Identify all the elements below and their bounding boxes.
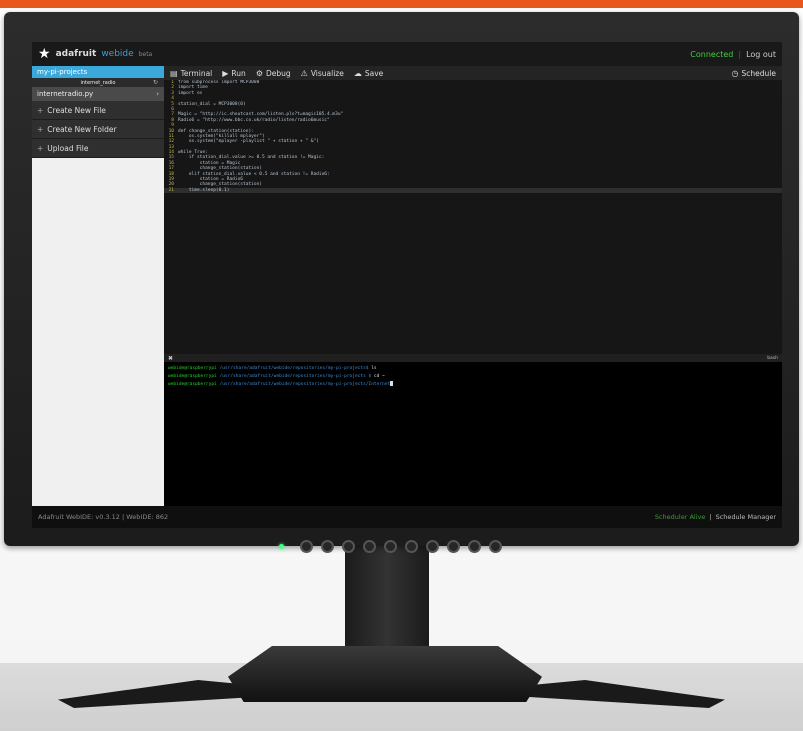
footer-links: Scheduler Alive | Schedule Manager: [655, 513, 776, 521]
monitor-button[interactable]: [426, 539, 439, 553]
debug-button[interactable]: ⚙ Debug: [256, 69, 291, 78]
shell-prompt: webide@raspberrypi: [168, 374, 217, 379]
folder-name[interactable]: internet_radio: [80, 80, 115, 86]
file-entry[interactable]: internetradio.py ›: [32, 87, 164, 101]
logout-link[interactable]: Log out: [746, 50, 776, 59]
gears-icon: ⚙: [255, 68, 263, 78]
monitor-button[interactable]: [384, 539, 397, 553]
connection-status: Connected: [690, 49, 734, 59]
monitor-button[interactable]: [300, 539, 313, 553]
close-icon[interactable]: ✖: [168, 355, 173, 362]
debug-label: Debug: [265, 68, 291, 78]
line-number: 21: [168, 187, 174, 193]
code-text: station_dial = MCP3008(0): [178, 101, 246, 107]
brand-strip: [0, 0, 803, 8]
code-text: time.sleep(0.1): [178, 187, 230, 193]
monitor-button[interactable]: [321, 539, 334, 553]
power-led: [279, 543, 284, 549]
cloud-icon: ☁: [353, 68, 362, 78]
ide-header: ★ adafruit webide beta Connected | Log o…: [32, 42, 782, 66]
monitor-button[interactable]: [405, 539, 418, 553]
monitor-button[interactable]: [447, 539, 460, 553]
project-title[interactable]: my-pi-projects: [32, 66, 164, 78]
shell-prompt: webide@raspberrypi: [168, 382, 217, 387]
plus-icon: +: [37, 105, 44, 115]
shell-path: /usr/share/adafruit/webide/repositories/…: [216, 374, 374, 379]
status-footer: Adafruit WebIDE: v0.3.12 | WebIDE: 862 S…: [32, 506, 782, 528]
beta-badge: beta: [138, 50, 153, 58]
shell-path: /usr/share/adafruit/webide/repositories/…: [216, 366, 372, 371]
save-button[interactable]: ☁ Save: [354, 69, 383, 78]
code-text: Radio6 = "http://www.bbc.co.uk/radio/lis…: [178, 117, 330, 123]
product-name: webide: [101, 49, 134, 59]
run-label: Run: [231, 68, 246, 78]
create-folder-label: Create New Folder: [47, 124, 117, 134]
refresh-icon[interactable]: ↻: [153, 79, 158, 86]
upload-file-label: Upload File: [47, 143, 89, 153]
run-button[interactable]: ▶ Run: [222, 69, 246, 78]
terminal-button[interactable]: ▤ Terminal: [170, 69, 212, 78]
code-editor[interactable]: 1 from subprocess import MCP3008 2 import t…: [164, 80, 782, 354]
visualize-label: Visualize: [310, 68, 344, 78]
schedule-manager-link[interactable]: Schedule Manager: [716, 513, 776, 521]
terminal-bar: ✖ bash: [164, 354, 782, 362]
terminal-output[interactable]: webide@raspberrypi /usr/share/adafruit/w…: [164, 362, 782, 506]
monitor-bezel: ★ adafruit webide beta Connected | Log o…: [4, 12, 799, 553]
footer-divider: |: [709, 513, 712, 521]
text-cursor: [390, 381, 394, 386]
scheduler-status: Scheduler Alive: [654, 513, 706, 521]
create-folder-button[interactable]: + Create New Folder: [32, 120, 164, 139]
monitor-stand: [228, 646, 542, 702]
schedule-button[interactable]: ◷ Schedule: [732, 69, 776, 78]
create-file-label: Create New File: [47, 105, 106, 115]
terminal-line: webide@raspberrypi /usr/share/adafruit/w…: [168, 373, 778, 381]
plus-icon: +: [37, 143, 44, 153]
terminal-shell-label: bash: [767, 355, 778, 361]
code-text: import os: [178, 90, 203, 96]
terminal-icon: ▤: [170, 68, 178, 78]
create-file-button[interactable]: + Create New File: [32, 101, 164, 120]
save-label: Save: [364, 68, 384, 78]
shell-command: cd ~: [373, 374, 385, 379]
monitor-screen: ★ adafruit webide beta Connected | Log o…: [32, 42, 782, 528]
brand-name: adafruit: [55, 49, 97, 59]
terminal-label: Terminal: [180, 68, 213, 78]
header-separator: |: [738, 49, 742, 59]
monitor-button[interactable]: [363, 539, 376, 553]
file-sidebar: my-pi-projects internet_radio ↻ internet…: [32, 66, 164, 506]
schedule-label: Schedule: [741, 68, 776, 78]
editor-toolbar: ▤ Terminal ▶ Run ⚙ Debug ⚠ Visualize ☁ S…: [164, 66, 782, 80]
shell-command: ls: [371, 366, 377, 371]
clock-icon: ◷: [731, 68, 739, 78]
file-name: internetradio.py: [37, 90, 94, 98]
upload-file-button[interactable]: + Upload File: [32, 139, 164, 158]
shell-prompt: webide@raspberrypi: [168, 366, 217, 371]
app-logo[interactable]: ★ adafruit webide beta: [38, 47, 152, 61]
monitor-controls: [279, 538, 502, 554]
monitor-button[interactable]: [489, 539, 502, 553]
warning-icon: ⚠: [300, 68, 308, 78]
code-text: os.system("mplayer -playlist " + station…: [178, 139, 319, 145]
code-line[interactable]: 21 time.sleep(0.1): [164, 187, 782, 194]
monitor-button[interactable]: [468, 539, 481, 553]
star-icon: ★: [38, 46, 51, 62]
plus-icon: +: [37, 124, 44, 134]
version-info: Adafruit WebIDE: v0.3.12 | WebIDE: 862: [38, 513, 169, 521]
chevron-right-icon: ›: [156, 90, 159, 98]
header-status: Connected | Log out: [690, 50, 776, 59]
play-icon: ▶: [222, 68, 229, 78]
folder-header: internet_radio ↻: [32, 78, 164, 87]
terminal-line: webide@raspberrypi /usr/share/adafruit/w…: [168, 381, 778, 389]
visualize-button[interactable]: ⚠ Visualize: [301, 69, 344, 78]
monitor-button[interactable]: [342, 539, 355, 553]
monitor-neck: [345, 545, 429, 655]
terminal-line: webide@raspberrypi /usr/share/adafruit/w…: [168, 365, 778, 373]
shell-path: /usr/share/adafruit/webide/repositories/…: [216, 382, 391, 387]
